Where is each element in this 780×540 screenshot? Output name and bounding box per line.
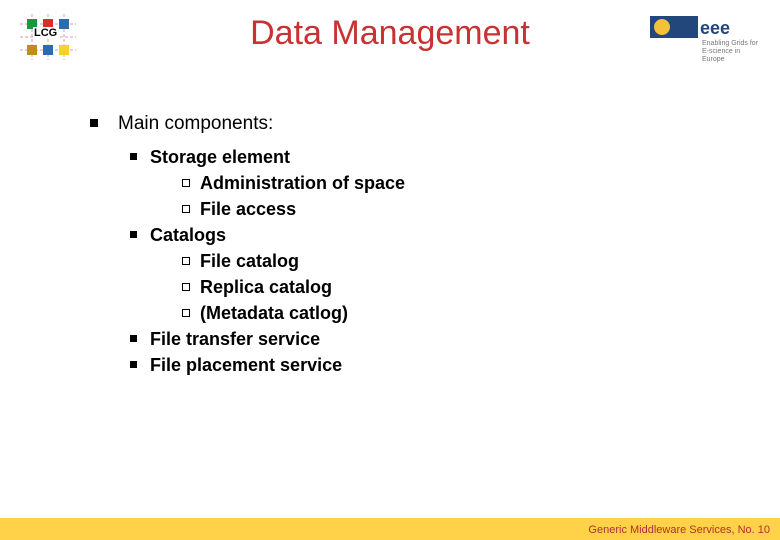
egee-logo-mark: eee: [650, 14, 760, 40]
main-components-heading: Main components:: [90, 110, 720, 138]
item-catalog-replica: Replica catalog: [90, 274, 720, 300]
item-storage-fileaccess: File access: [90, 196, 720, 222]
item-catalogs: Catalogs: [90, 222, 720, 248]
item-catalog-metadata: (Metadata catlog): [90, 300, 720, 326]
header: LCG Data Management eee Enabling Grids f…: [0, 0, 780, 86]
item-placement: File placement service: [90, 352, 720, 378]
item-catalog-file: File catalog: [90, 248, 720, 274]
slide: LCG Data Management eee Enabling Grids f…: [0, 0, 780, 540]
item-storage-admin: Administration of space: [90, 170, 720, 196]
item-storage-element: Storage element: [90, 144, 720, 170]
content-body: Main components: Storage element Adminis…: [90, 110, 720, 378]
footer-bar: Generic Middleware Services, No. 10: [0, 518, 780, 540]
egee-tagline-line1: Enabling Grids for: [702, 40, 758, 47]
egee-logo: eee Enabling Grids for E-science in Euro…: [650, 14, 760, 62]
egee-tagline-line2: E-science in Europe: [702, 48, 740, 63]
svg-text:eee: eee: [700, 18, 730, 38]
item-transfer: File transfer service: [90, 326, 720, 352]
egee-logo-tagline: Enabling Grids for E-science in Europe: [702, 40, 760, 64]
footer-text: Generic Middleware Services, No. 10: [588, 524, 770, 536]
